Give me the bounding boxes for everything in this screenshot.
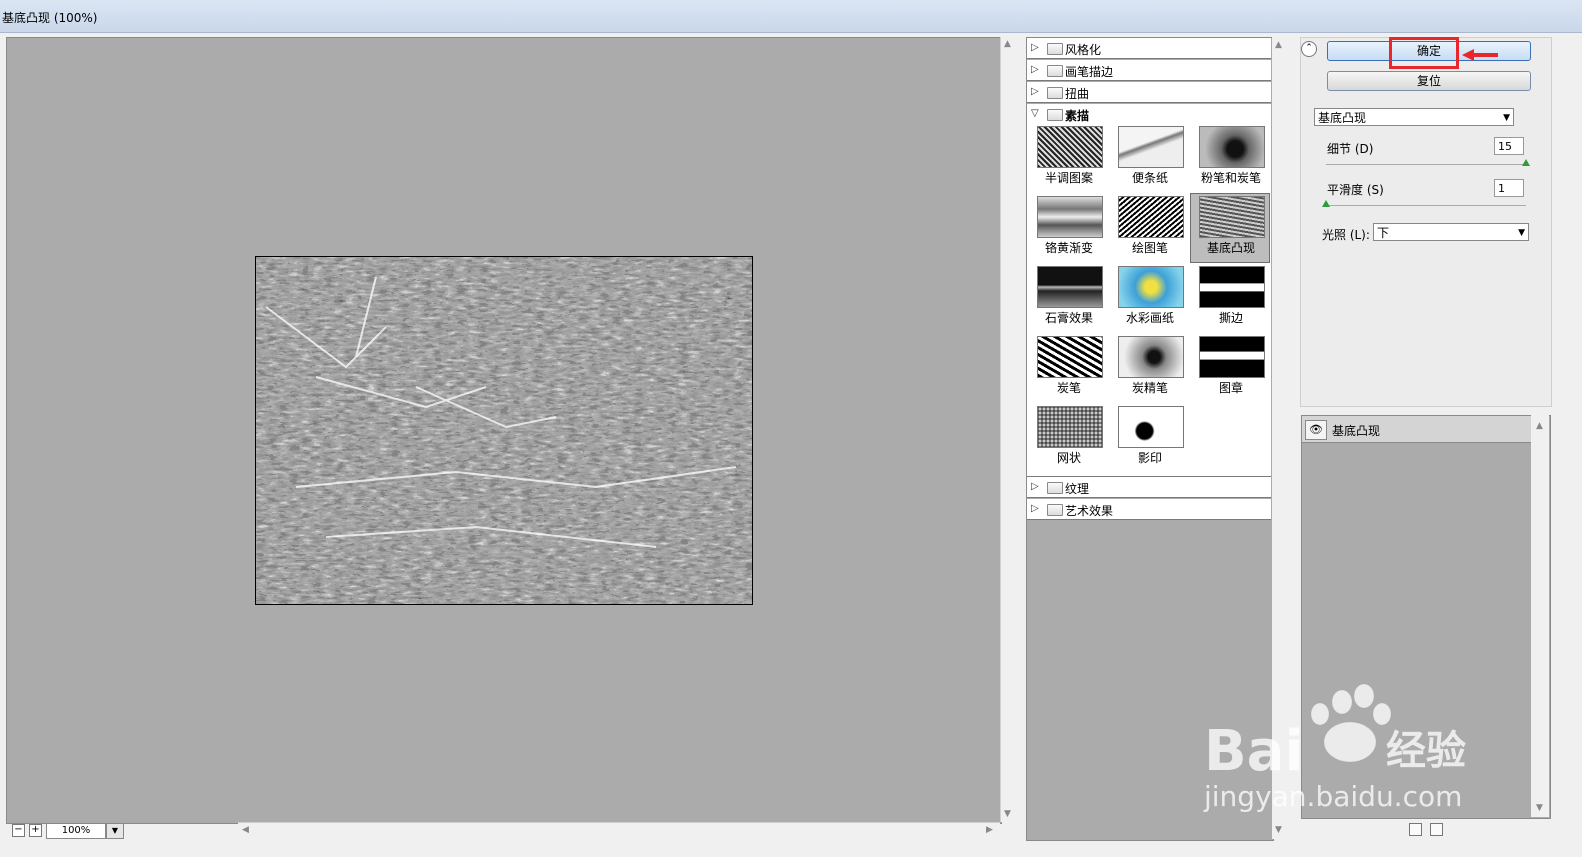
- double-chevron-up-icon: ⌃: [1305, 43, 1313, 53]
- chevron-down-icon: ▼: [1518, 228, 1525, 238]
- thumb-water-paper[interactable]: 水彩画纸: [1110, 264, 1188, 332]
- smoothness-input[interactable]: 1: [1494, 179, 1524, 197]
- category-texture[interactable]: ▷ 纹理: [1027, 477, 1271, 498]
- svg-text:Bai: Bai: [1204, 719, 1304, 784]
- collapse-gallery-button[interactable]: ⌃: [1301, 41, 1317, 57]
- window-title: 基底凸现 (100%): [2, 11, 98, 25]
- chevron-down-icon: ▼: [1503, 113, 1510, 123]
- scroll-up-icon[interactable]: ▲: [1004, 39, 1011, 49]
- zoom-input[interactable]: 100%: [46, 823, 106, 839]
- preview-horizontal-scrollbar[interactable]: ◀ ▶: [238, 822, 1000, 838]
- filter-select[interactable]: 基底凸现 ▼: [1314, 108, 1514, 126]
- scroll-left-icon[interactable]: ◀: [242, 825, 249, 835]
- category-sketch[interactable]: ▽ 素描: [1027, 104, 1271, 125]
- thumb-torn-edges[interactable]: 撕边: [1191, 264, 1269, 332]
- expand-icon: ▷: [1031, 503, 1039, 514]
- sketch-thumbnails: 半调图案 便条纸 粉笔和炭笔 铬黄渐变 绘图笔 基底凸现 石膏效果 水彩画纸 撕…: [1027, 124, 1271, 477]
- folder-icon: [1047, 43, 1063, 55]
- conte-crayon-thumb: [1118, 336, 1184, 378]
- bas-relief-thumb: [1199, 196, 1265, 238]
- thumb-bas-relief[interactable]: 基底凸现: [1190, 193, 1270, 263]
- folder-icon: [1047, 87, 1063, 99]
- expand-icon: ▷: [1031, 481, 1039, 492]
- title-bar: 基底凸现 (100%): [0, 0, 1582, 33]
- new-effect-layer-icon[interactable]: [1409, 823, 1422, 836]
- trash-icon[interactable]: [1430, 823, 1443, 836]
- thumb-stamp[interactable]: 图章: [1191, 334, 1269, 402]
- red-arrow-icon: [1462, 49, 1498, 61]
- smoothness-slider[interactable]: [1326, 205, 1526, 206]
- highlight-box: [1389, 37, 1459, 69]
- charcoal-thumb: [1037, 336, 1103, 378]
- notepaper-thumb: [1118, 126, 1184, 168]
- thumb-note-paper[interactable]: 便条纸: [1110, 124, 1188, 192]
- chalk-charcoal-thumb: [1199, 126, 1265, 168]
- eye-icon[interactable]: 👁: [1305, 420, 1327, 440]
- folder-icon: [1047, 482, 1063, 494]
- settings-panel: [1300, 37, 1552, 407]
- open-folder-icon: [1047, 109, 1063, 121]
- expand-icon: ▷: [1031, 42, 1039, 53]
- scroll-up-icon[interactable]: ▲: [1275, 40, 1282, 50]
- collapse-icon: ▽: [1031, 108, 1039, 119]
- reticulation-thumb: [1037, 406, 1103, 448]
- scroll-right-icon[interactable]: ▶: [986, 825, 993, 835]
- effect-layer-row[interactable]: 👁 基底凸现: [1302, 416, 1532, 443]
- expand-icon: ▷: [1031, 86, 1039, 97]
- plaster-thumb: [1037, 266, 1103, 308]
- scroll-down-icon[interactable]: ▼: [1004, 809, 1011, 819]
- stamp-thumb: [1199, 336, 1265, 378]
- scroll-down-icon[interactable]: ▼: [1275, 825, 1282, 835]
- scroll-up-icon[interactable]: ▲: [1536, 421, 1543, 431]
- zoom-out-button[interactable]: −: [12, 824, 25, 837]
- category-artistic[interactable]: ▷ 艺术效果: [1027, 499, 1271, 520]
- preview-image[interactable]: [255, 256, 753, 605]
- preview-vertical-scrollbar[interactable]: ▲ ▼: [1000, 37, 1015, 822]
- category-brush-strokes[interactable]: ▷ 画笔描边: [1027, 60, 1271, 81]
- thumb-charcoal[interactable]: 炭笔: [1029, 334, 1107, 402]
- bas-relief-preview-graphic: [256, 257, 752, 604]
- light-select[interactable]: 下 ▼: [1373, 223, 1529, 241]
- reset-button[interactable]: 复位: [1327, 71, 1531, 91]
- thumb-graphic-pen[interactable]: 绘图笔: [1110, 194, 1188, 262]
- folder-icon: [1047, 504, 1063, 516]
- thumb-conte-crayon[interactable]: 炭精笔: [1110, 334, 1188, 402]
- category-distort[interactable]: ▷ 扭曲: [1027, 82, 1271, 103]
- water-paper-thumb: [1118, 266, 1184, 308]
- graphic-pen-thumb: [1118, 196, 1184, 238]
- light-label: 光照 (L):: [1322, 228, 1370, 242]
- svg-text:jingyan.baidu.com: jingyan.baidu.com: [1203, 780, 1462, 813]
- chrome-thumb: [1037, 196, 1103, 238]
- smoothness-label: 平滑度 (S): [1327, 183, 1384, 197]
- detail-label: 细节 (D): [1327, 142, 1374, 156]
- detail-slider[interactable]: [1326, 164, 1526, 165]
- expand-icon: ▷: [1031, 64, 1039, 75]
- folder-icon: [1047, 65, 1063, 77]
- zoom-in-button[interactable]: +: [29, 824, 42, 837]
- torn-edges-thumb: [1199, 266, 1265, 308]
- svg-text:经验: 经验: [1386, 728, 1466, 774]
- detail-input[interactable]: 15: [1494, 137, 1524, 155]
- baidu-watermark: Bai 经验 jingyan.baidu.com: [1203, 683, 1466, 813]
- thumb-reticulation[interactable]: 网状: [1029, 404, 1107, 472]
- layers-scrollbar[interactable]: ▲ ▼: [1531, 415, 1549, 817]
- halftone-thumb: [1037, 126, 1103, 168]
- thumb-plaster[interactable]: 石膏效果: [1029, 264, 1107, 332]
- photocopy-thumb: [1118, 406, 1184, 448]
- detail-slider-handle[interactable]: [1522, 159, 1530, 166]
- thumb-halftone-pattern[interactable]: 半调图案: [1029, 124, 1107, 192]
- category-stylize[interactable]: ▷ 风格化: [1027, 38, 1271, 59]
- chevron-down-icon: ▼: [111, 826, 119, 835]
- smoothness-slider-handle[interactable]: [1322, 200, 1330, 207]
- thumb-chalk-charcoal[interactable]: 粉笔和炭笔: [1191, 124, 1269, 192]
- thumb-photocopy[interactable]: 影印: [1110, 404, 1188, 472]
- scroll-down-icon[interactable]: ▼: [1536, 803, 1543, 813]
- preview-pane[interactable]: [6, 37, 1002, 824]
- thumb-chrome[interactable]: 铬黄渐变: [1029, 194, 1107, 262]
- zoom-dropdown-button[interactable]: ▼: [106, 823, 124, 839]
